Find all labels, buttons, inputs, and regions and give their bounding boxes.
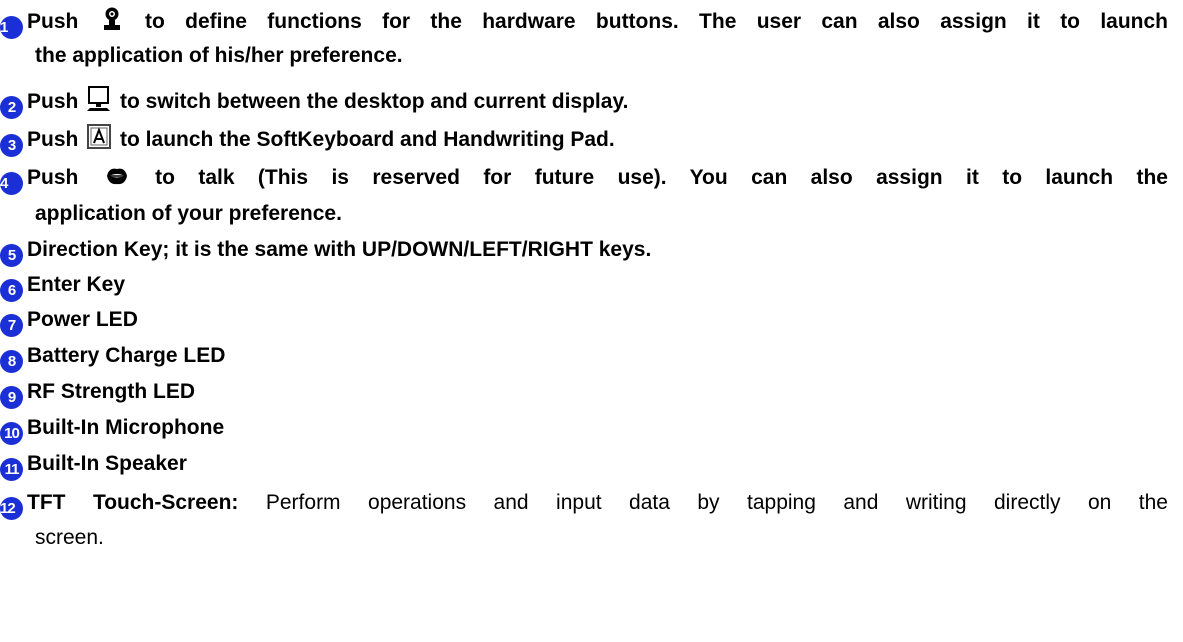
- item-text: to define functions for the hardware but…: [145, 10, 1169, 33]
- list-item: 3 Push to launch the SoftKeyboard and Han…: [0, 124, 615, 158]
- item-text: Power LED: [27, 308, 138, 331]
- keyboard-a-icon: [87, 124, 112, 158]
- list-item: 2 Push to switch between the desktop and …: [0, 86, 628, 120]
- number-badge-1: 1: [0, 16, 23, 39]
- number-badge-9: 9: [0, 386, 23, 409]
- item-text-continued: the application of his/her preference.: [35, 44, 403, 67]
- item-text: to talk (This is reserved for future use…: [155, 166, 1168, 189]
- item-text-continued: application of your preference.: [35, 202, 342, 225]
- number-badge-11: 11: [0, 458, 23, 481]
- talk-lips-icon: [105, 164, 129, 196]
- item-text: Built-In Microphone: [27, 416, 225, 439]
- list-item-continuation: application of your preference.: [35, 200, 342, 228]
- number-badge-3: 3: [0, 134, 23, 157]
- number-badge-12: 12: [0, 497, 23, 520]
- item-term: TFT Touch-Screen:: [27, 491, 239, 514]
- item-text: RF Strength LED: [27, 380, 195, 403]
- list-item: 11 Built-In Speaker: [0, 450, 187, 481]
- hardware-buttons-list: 1 Push to define functions for the hardwa…: [0, 0, 1183, 642]
- push-label: Push: [27, 128, 79, 151]
- item-text: to launch the SoftKeyboard and Handwriti…: [120, 128, 615, 151]
- list-item: 6 Enter Key: [0, 271, 125, 302]
- number-badge-10: 10: [0, 422, 23, 445]
- push-label: Push: [27, 166, 79, 189]
- person-icon: [102, 6, 122, 40]
- list-item: 1 Push to define functions for the hardwa…: [0, 6, 1168, 40]
- list-item: 4 Push to talk (This is reserved for futu…: [0, 164, 1168, 196]
- number-badge-8: 8: [0, 350, 23, 373]
- item-text: Built-In Speaker: [27, 452, 187, 475]
- desktop-monitor-icon: [87, 86, 111, 120]
- item-text: Enter Key: [27, 273, 126, 296]
- list-item-continuation: screen.: [35, 524, 104, 552]
- item-text: to switch between the desktop and curren…: [120, 90, 629, 113]
- number-badge-4: 4: [0, 172, 23, 195]
- list-item: 5 Direction Key; it is the same with UP/D…: [0, 236, 651, 267]
- list-item: 10 Built-In Microphone: [0, 414, 224, 445]
- number-badge-2: 2: [0, 96, 23, 119]
- list-item: 7 Power LED: [0, 306, 138, 337]
- item-text: Direction Key; it is the same with UP/DO…: [27, 238, 652, 261]
- push-label: Push: [27, 90, 79, 113]
- list-item: 12 TFT Touch-Screen: Perform operations a…: [0, 489, 1168, 520]
- item-text: Battery Charge LED: [27, 344, 226, 367]
- list-item: 8 Battery Charge LED: [0, 342, 225, 373]
- item-text-continued: screen.: [35, 526, 104, 549]
- push-label: Push: [27, 10, 79, 33]
- number-badge-7: 7: [0, 314, 23, 337]
- number-badge-5: 5: [0, 244, 23, 267]
- number-badge-6: 6: [0, 279, 23, 302]
- list-item-continuation: the application of his/her preference.: [35, 42, 403, 70]
- list-item: 9 RF Strength LED: [0, 378, 195, 409]
- item-text: Perform operations and input data by tap…: [265, 491, 1168, 514]
